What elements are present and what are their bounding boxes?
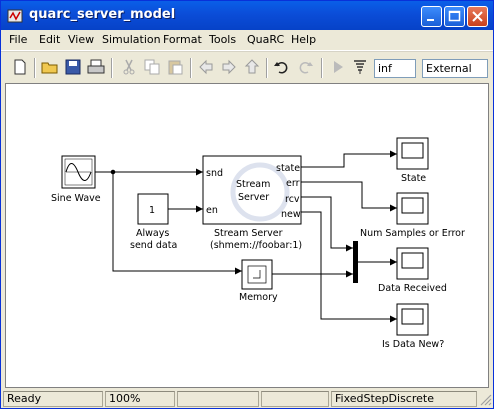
scope-is-data-new-label: Is Data New? xyxy=(382,339,444,350)
port-rcv: rcv xyxy=(285,194,300,205)
close-icon xyxy=(472,11,483,22)
constant-label-line1: Always xyxy=(136,228,169,239)
mux-block[interactable] xyxy=(353,241,358,283)
menu-file[interactable]: File xyxy=(9,33,27,46)
minimize-icon xyxy=(427,19,434,21)
status-solver: FixedStepDiscrete xyxy=(331,391,477,407)
open-icon[interactable] xyxy=(41,58,59,76)
memory-block[interactable] xyxy=(241,259,273,290)
port-en: en xyxy=(206,205,218,216)
up-icon[interactable] xyxy=(243,58,261,76)
menu-bar: File Edit View Simulation Format Tools Q… xyxy=(1,30,493,51)
menu-view[interactable]: View xyxy=(68,33,94,46)
window-title: quarc_server_model xyxy=(29,7,176,22)
cut-icon[interactable] xyxy=(120,58,138,76)
undo-icon[interactable] xyxy=(273,58,291,76)
toolbar-separator xyxy=(111,58,113,78)
paste-icon[interactable] xyxy=(166,58,184,76)
build-icon[interactable] xyxy=(351,58,369,76)
sine-wave-label: Sine Wave xyxy=(51,193,101,204)
back-icon[interactable] xyxy=(197,58,215,76)
new-icon[interactable] xyxy=(11,58,29,76)
save-icon[interactable] xyxy=(64,58,82,76)
scope-data-received-block[interactable] xyxy=(396,247,429,280)
close-button[interactable] xyxy=(467,6,488,27)
status-empty-1 xyxy=(177,391,259,407)
toolbar-separator xyxy=(34,58,36,78)
port-snd: snd xyxy=(206,168,223,179)
scope-state-block[interactable] xyxy=(396,137,429,170)
title-bar: quarc_server_model xyxy=(1,1,493,30)
scope-num-samples-label: Num Samples or Error xyxy=(360,228,465,239)
menu-help[interactable]: Help xyxy=(291,33,316,46)
maximize-icon xyxy=(448,10,461,22)
toolbar-separator xyxy=(190,58,192,78)
status-zoom: 100% xyxy=(105,391,175,407)
menu-quarc[interactable]: QuaRC xyxy=(247,33,284,46)
stream-server-label-line2: (shmem://foobar:1) xyxy=(210,240,302,251)
toolbar-separator xyxy=(266,58,268,78)
play-icon[interactable] xyxy=(329,58,347,76)
simulation-mode-select[interactable]: External xyxy=(422,59,488,78)
stop-time-input[interactable]: inf xyxy=(374,59,416,78)
menu-simulation[interactable]: Simulation xyxy=(102,33,161,46)
stream-server-inner-line2: Server xyxy=(238,192,269,203)
simulink-icon xyxy=(7,9,23,23)
stream-server-label-line1: Stream Server xyxy=(214,228,283,239)
status-ready: Ready xyxy=(3,391,103,407)
resize-grip-icon[interactable] xyxy=(479,393,492,406)
scope-is-data-new-block[interactable] xyxy=(396,303,429,336)
block-diagram: Sine Wave 1 Always send data Stream Serv… xyxy=(51,137,465,350)
scope-num-samples-block[interactable] xyxy=(396,192,429,225)
port-state: state xyxy=(276,163,300,174)
maximize-button[interactable] xyxy=(444,6,465,27)
scope-data-received-label: Data Received xyxy=(378,283,447,294)
model-canvas[interactable]: Sine Wave 1 Always send data Stream Serv… xyxy=(5,83,489,388)
memory-label: Memory xyxy=(239,292,278,303)
scope-state-label: State xyxy=(401,173,426,184)
constant-label-line2: send data xyxy=(130,240,177,251)
redo-icon[interactable] xyxy=(296,58,314,76)
menu-tools[interactable]: Tools xyxy=(209,33,236,46)
print-icon[interactable] xyxy=(87,58,105,76)
sine-wave-block[interactable] xyxy=(61,155,96,189)
status-bar: Ready 100% FixedStepDiscrete xyxy=(1,389,493,408)
constant-value: 1 xyxy=(149,205,155,216)
menu-format[interactable]: Format xyxy=(163,33,202,46)
status-empty-2 xyxy=(261,391,329,407)
stream-server-inner-line1: Stream xyxy=(236,179,270,190)
menu-edit[interactable]: Edit xyxy=(39,33,60,46)
port-new: new xyxy=(281,209,301,220)
forward-icon[interactable] xyxy=(220,58,238,76)
minimize-button[interactable] xyxy=(421,6,442,27)
app-window: quarc_server_model File Edit View Simula… xyxy=(0,0,494,409)
toolbar: inf External xyxy=(1,51,493,82)
copy-icon[interactable] xyxy=(143,58,161,76)
port-err: err xyxy=(286,178,300,189)
toolbar-separator xyxy=(321,58,323,78)
